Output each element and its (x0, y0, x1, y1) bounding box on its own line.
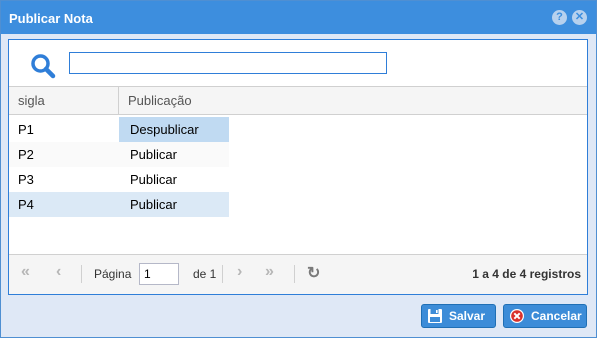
page-total-label: de 1 (193, 267, 217, 281)
grid-panel: sigla Publicação P1 Despublicar P2 Publi… (8, 39, 588, 295)
page-label: Página (94, 267, 132, 281)
window-title: Publicar Nota (9, 11, 93, 26)
cell-sigla: P2 (18, 147, 34, 162)
save-button[interactable]: Salvar (421, 304, 496, 328)
record-count: 1 a 4 de 4 registros (472, 267, 581, 281)
cell-sigla: P1 (18, 122, 34, 137)
floppy-disk-icon (428, 309, 442, 323)
cancel-button[interactable]: Cancelar (503, 304, 587, 328)
publicar-nota-window: Publicar Nota ? ✕ sigla Publicação P1 De… (0, 0, 597, 338)
table-row[interactable]: P3 Publicar (9, 167, 229, 192)
cell-publicacao-action[interactable]: Publicar (119, 192, 229, 217)
help-icon[interactable]: ? (552, 10, 567, 25)
first-page-icon[interactable]: « (21, 263, 30, 281)
cell-publicacao-action[interactable]: Publicar (119, 167, 229, 192)
paging-toolbar: « ‹ Página de 1 › » ↻ 1 a 4 de 4 registr… (9, 254, 587, 294)
grid-header: sigla Publicação (9, 86, 587, 115)
search-icon[interactable] (30, 53, 56, 79)
table-row[interactable]: P2 Publicar (9, 142, 229, 167)
last-page-icon[interactable]: » (265, 263, 274, 281)
cell-sigla: P4 (18, 197, 34, 212)
refresh-icon[interactable]: ↻ (307, 263, 320, 283)
cell-sigla: P3 (18, 172, 34, 187)
column-header-sigla[interactable]: sigla (9, 87, 119, 114)
cancel-button-label: Cancelar (531, 309, 582, 323)
close-icon[interactable]: ✕ (572, 10, 587, 25)
window-titlebar: Publicar Nota ? ✕ (1, 1, 596, 34)
table-row[interactable]: P4 Publicar (9, 192, 229, 217)
page-number-input[interactable] (139, 263, 179, 285)
prev-page-icon[interactable]: ‹ (56, 263, 61, 281)
column-header-publicacao[interactable]: Publicação (119, 87, 279, 114)
cancel-icon (510, 309, 524, 323)
pager-separator (294, 265, 295, 283)
save-button-label: Salvar (449, 309, 486, 323)
cell-publicacao-action[interactable]: Despublicar (119, 117, 229, 142)
next-page-icon[interactable]: › (237, 263, 242, 281)
search-input[interactable] (69, 52, 387, 74)
pager-separator (222, 265, 223, 283)
table-row[interactable]: P1 Despublicar (9, 117, 229, 142)
pager-separator (81, 265, 82, 283)
cell-publicacao-action[interactable]: Publicar (119, 142, 229, 167)
